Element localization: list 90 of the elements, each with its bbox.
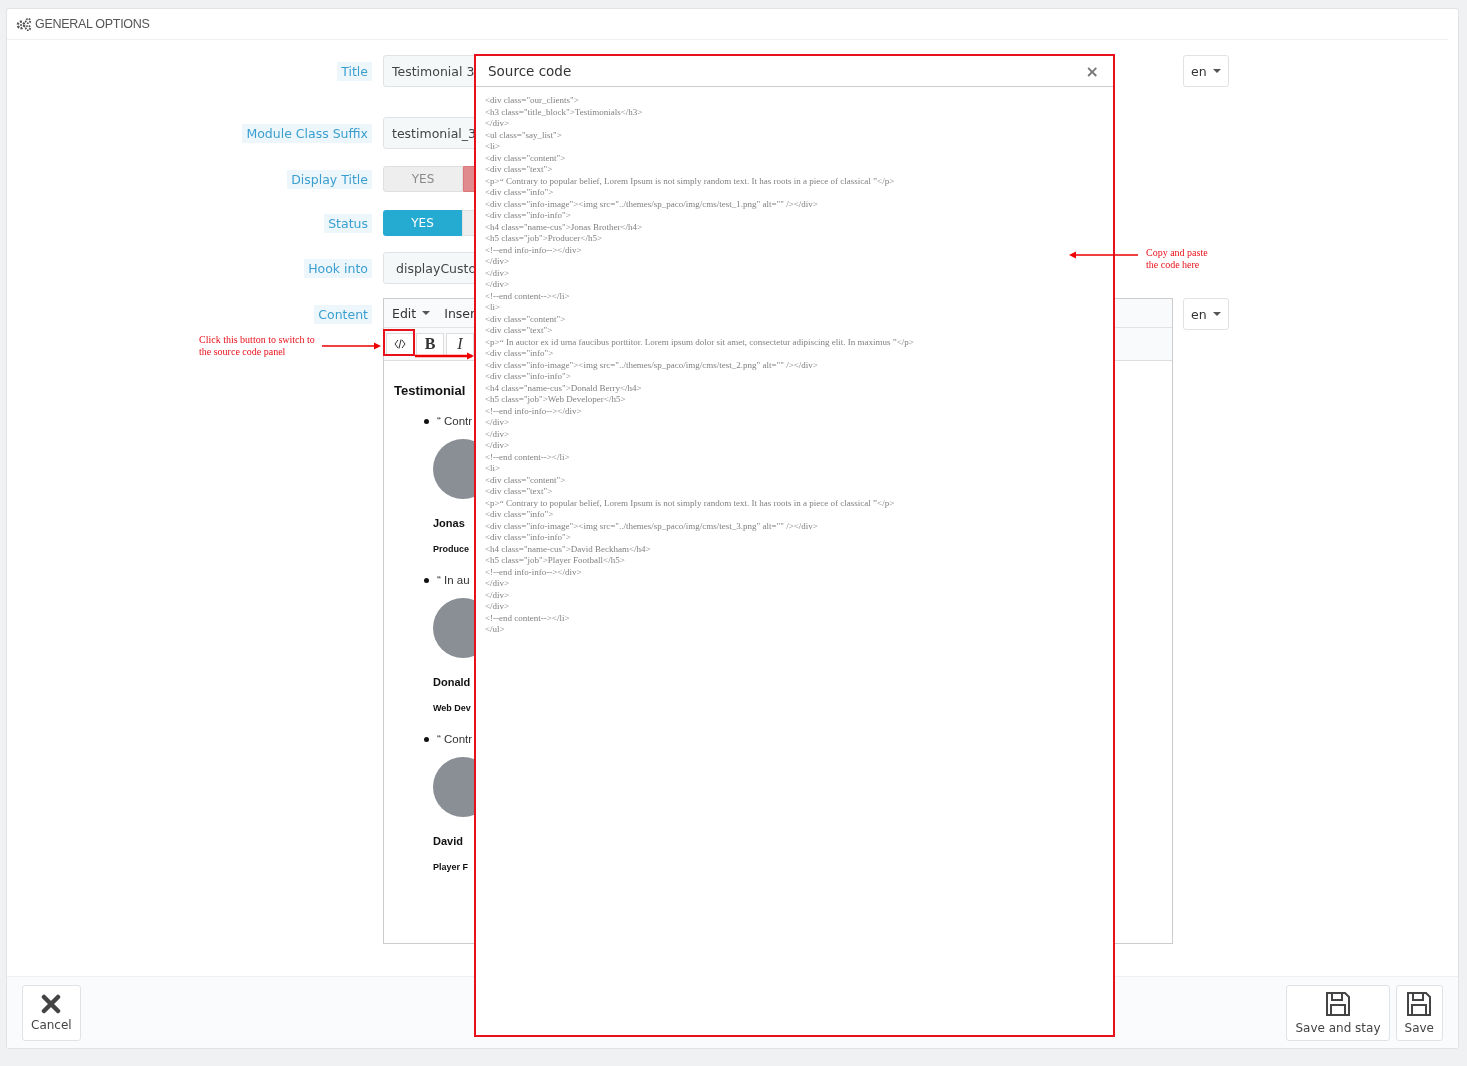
code-line: </div> (485, 589, 511, 601)
code-line: <div class="info-info"> (485, 210, 572, 222)
caret-icon (1212, 312, 1221, 316)
code-line: <div class="info-image"><img src="../themes/sp_paco/img/cms/test_3.png" alt="" /></div> (485, 520, 819, 532)
code-line: <div class="info-image"><img src="../themes/sp_paco/img/cms/test_1.png" alt="" /></div> (485, 198, 819, 210)
code-line: <!--end info-info--></div> (485, 244, 583, 256)
field-label: Hook into (304, 258, 372, 278)
bold-button[interactable]: B (416, 332, 444, 356)
code-line: <h5 class="job">Player Football</h5> (485, 555, 626, 567)
code-line: <p>“ In auctor ex id urna faucibus porttitor. Lorem ipsum dolor sit amet, consectetur adipiscing elit. In maximus ”</p> (485, 336, 915, 348)
person-name: Jonas (433, 517, 465, 531)
person-job: Produce (433, 544, 469, 556)
menu-item[interactable]: Edit (392, 305, 431, 321)
code-line: <!--end content--></li> (485, 290, 571, 302)
save-button[interactable]: Save (1395, 984, 1443, 1041)
code-line: <div class="info"> (485, 509, 555, 521)
annotation-arrow (1068, 250, 1138, 260)
code-line: <li> (485, 141, 502, 153)
quote-text: “ Contr (437, 415, 473, 427)
code-line: </div> (485, 601, 511, 613)
code-line: <div class="text"> (485, 486, 554, 498)
italic-button[interactable]: I (446, 332, 474, 356)
code-line: <h4 class="name-cus">Jonas Brother</h4> (485, 221, 644, 233)
code-line: </ul> (485, 624, 506, 636)
bullet-icon (424, 577, 429, 583)
field-label: Status (324, 213, 372, 233)
code-line: <div class="info"> (485, 348, 555, 360)
code-line: <div class="content"> (485, 152, 567, 164)
caret-icon (1212, 69, 1221, 73)
cogs-icon (16, 17, 32, 31)
code-line: <li> (485, 302, 502, 314)
code-line: <p>“ Contrary to popular belief, Lorem Ipsum is not simply random text. It has roots in a piece of classical ”</p> (485, 175, 896, 187)
code-line: <div class="text"> (485, 325, 554, 337)
field-label: Display Title (287, 169, 372, 189)
code-line: </div> (485, 440, 511, 452)
annotation-text: Copy and paste the code here (1146, 247, 1209, 270)
code-line: <h4 class="name-cus">Donald Berry</h4> (485, 382, 643, 394)
code-line: <!--end info-info--></div> (485, 405, 583, 417)
code-line: </div> (485, 267, 511, 279)
highlight-box (383, 329, 415, 356)
code-line: <!--end content--></li> (485, 612, 571, 624)
person-name: David (433, 835, 463, 849)
code-line: </div> (485, 256, 511, 268)
field-label: Content (314, 305, 372, 324)
code-line: <p>“ Contrary to popular belief, Lorem Ipsum is not simply random text. It has roots in a piece of classical ”</p> (485, 497, 896, 509)
code-line: <h4 class="name-cus">David Beckham</h4> (485, 543, 652, 555)
save-button[interactable]: Save and stay (1286, 984, 1390, 1041)
code-line: </div> (485, 279, 511, 291)
code-line: </div> (485, 578, 511, 590)
code-icon (394, 339, 406, 349)
code-line: <h3 class="title_block">Testimonials</h3> (485, 106, 644, 118)
code-line: <div class="our_clients"> (485, 95, 580, 107)
code-line: <div class="text"> (485, 164, 554, 176)
content-heading: Testimonial (394, 383, 466, 400)
person-job: Player F (433, 862, 469, 874)
dialog-title: Source code (488, 63, 572, 79)
cancel-button[interactable]: Cancel (22, 984, 81, 1041)
code-line: </div> (485, 428, 511, 440)
annotation-text: Click this button to switch to the source code panel (199, 334, 315, 357)
close-button[interactable]: × (1085, 61, 1099, 81)
code-line: <h5 class="job">Web Developer</h5> (485, 394, 627, 406)
code-line: <div class="info-info"> (485, 532, 572, 544)
code-line: <h5 class="job">Producer</h5> (485, 233, 603, 245)
quote-text: “ Contr (437, 733, 473, 745)
field-label: Title (337, 61, 372, 81)
code-line: <div class="content"> (485, 313, 567, 325)
code-line: <!--end content--></li> (485, 451, 571, 463)
quote-text: “ In au (437, 574, 470, 586)
code-line: <ul class="say_list"> (485, 129, 563, 141)
code-line: <div class="info-info"> (485, 371, 572, 383)
source-code-button[interactable] (386, 332, 414, 356)
menu-item[interactable]: Inser (444, 305, 476, 321)
person-name: Donald (433, 676, 471, 690)
code-line: <div class="info"> (485, 187, 555, 199)
annotation-arrow (415, 351, 475, 361)
bullet-icon (424, 418, 429, 424)
language-dropdown[interactable]: en (1183, 298, 1229, 330)
code-line: </div> (485, 417, 511, 429)
field-label: Module Class Suffix (242, 123, 372, 143)
bullet-icon (424, 736, 429, 742)
annotation-arrow (322, 341, 382, 351)
person-job: Web Dev (433, 703, 471, 715)
code-line: <li> (485, 463, 502, 475)
language-dropdown[interactable]: en (1183, 55, 1229, 87)
code-line: <!--end info-info--></div> (485, 566, 583, 578)
code-line: <div class="content"> (485, 474, 567, 486)
code-line: </div> (485, 118, 511, 130)
panel-title: GENERAL OPTIONS (35, 17, 150, 31)
code-line: <div class="info-image"><img src="../themes/sp_paco/img/cms/test_2.png" alt="" /></div> (485, 359, 819, 371)
close-icon (41, 993, 62, 1014)
